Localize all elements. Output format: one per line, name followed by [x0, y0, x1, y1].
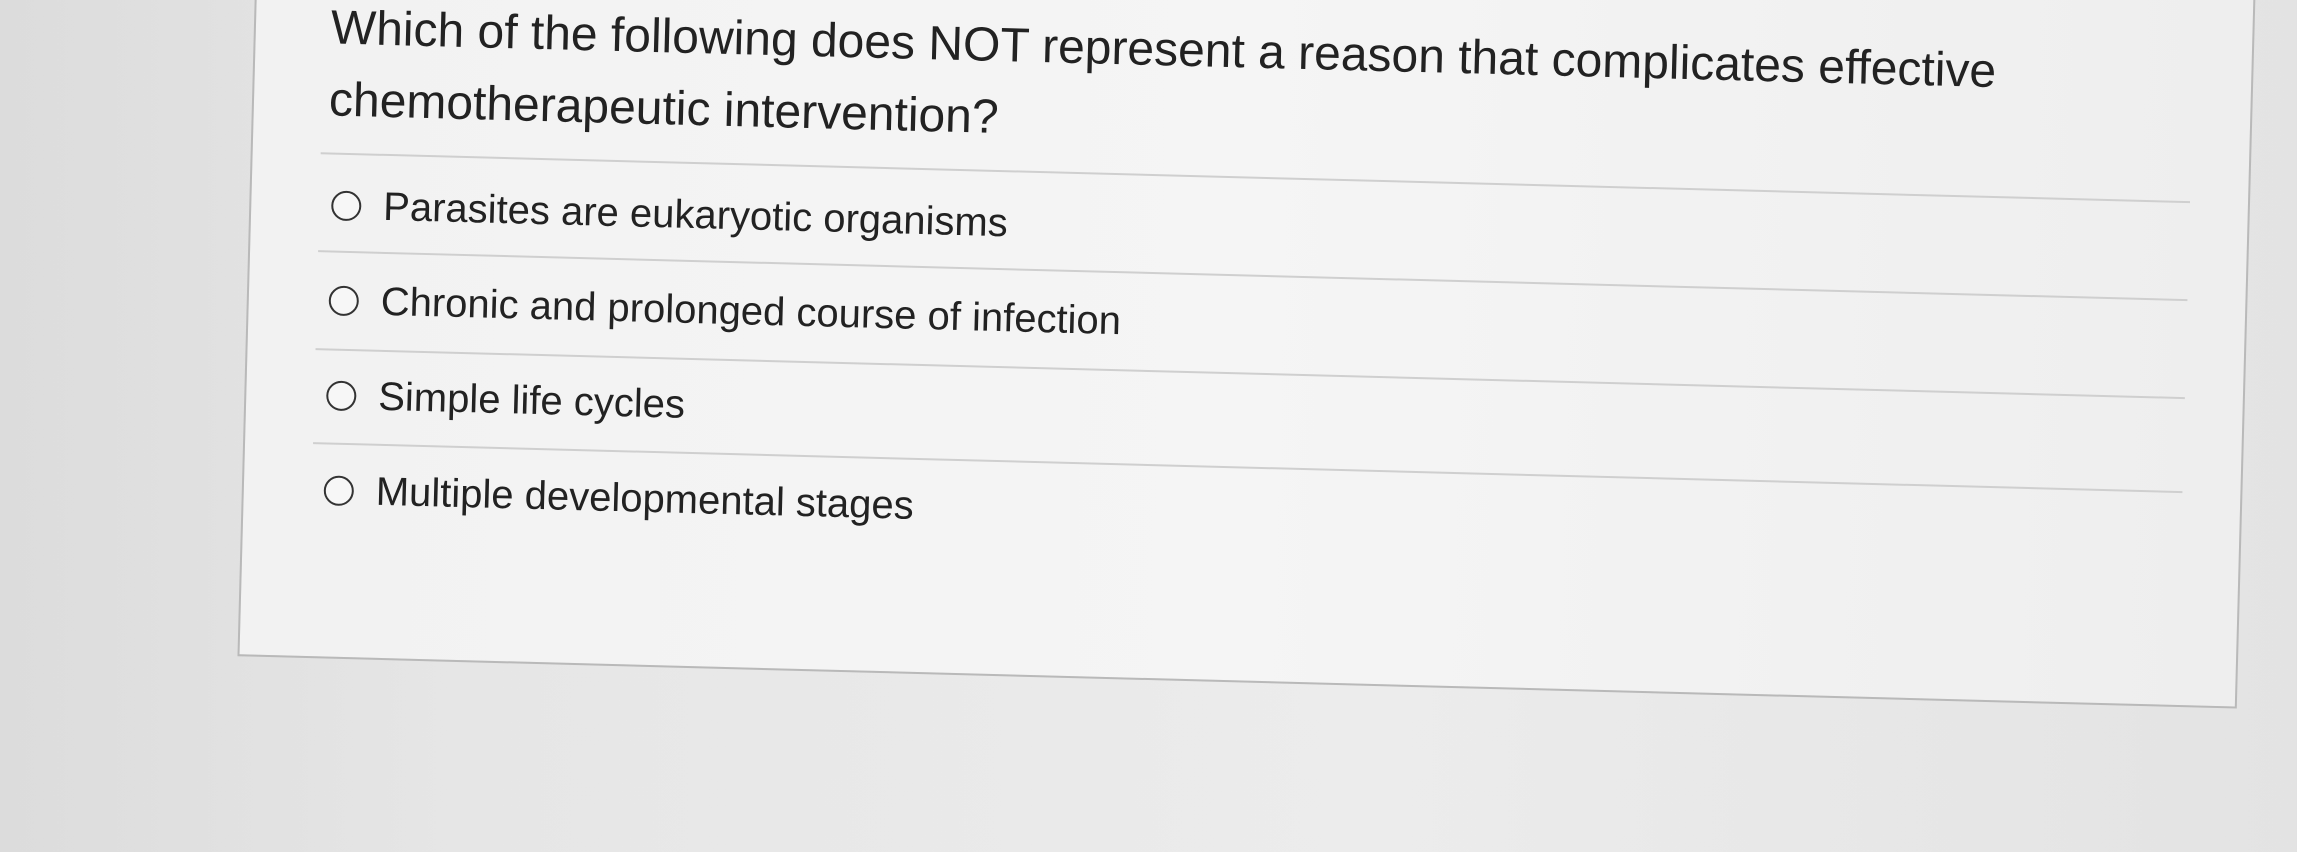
radio-button[interactable]	[323, 475, 355, 507]
option-chronic-prolonged-infection[interactable]: Chronic and prolonged course of infectio…	[328, 270, 1122, 351]
radio-button[interactable]	[330, 190, 362, 222]
radio-button[interactable]	[328, 285, 360, 317]
option-label: Parasites are eukaryotic organisms	[382, 184, 1009, 245]
radio-button[interactable]	[325, 380, 357, 412]
option-label: Multiple developmental stages	[375, 469, 915, 528]
option-parasites-eukaryotic[interactable]: Parasites are eukaryotic organisms	[330, 176, 1009, 254]
option-simple-life-cycles[interactable]: Simple life cycles	[325, 365, 686, 434]
option-multiple-developmental-stages[interactable]: Multiple developmental stages	[323, 460, 914, 535]
question-card: Which of the following does NOT represen…	[237, 0, 2257, 709]
option-label: Simple life cycles	[377, 374, 686, 427]
photo-frame: Which of the following does NOT represen…	[0, 0, 2297, 852]
option-label: Chronic and prolonged course of infectio…	[380, 279, 1122, 343]
question-text: Which of the following does NOT represen…	[328, 1, 1997, 144]
